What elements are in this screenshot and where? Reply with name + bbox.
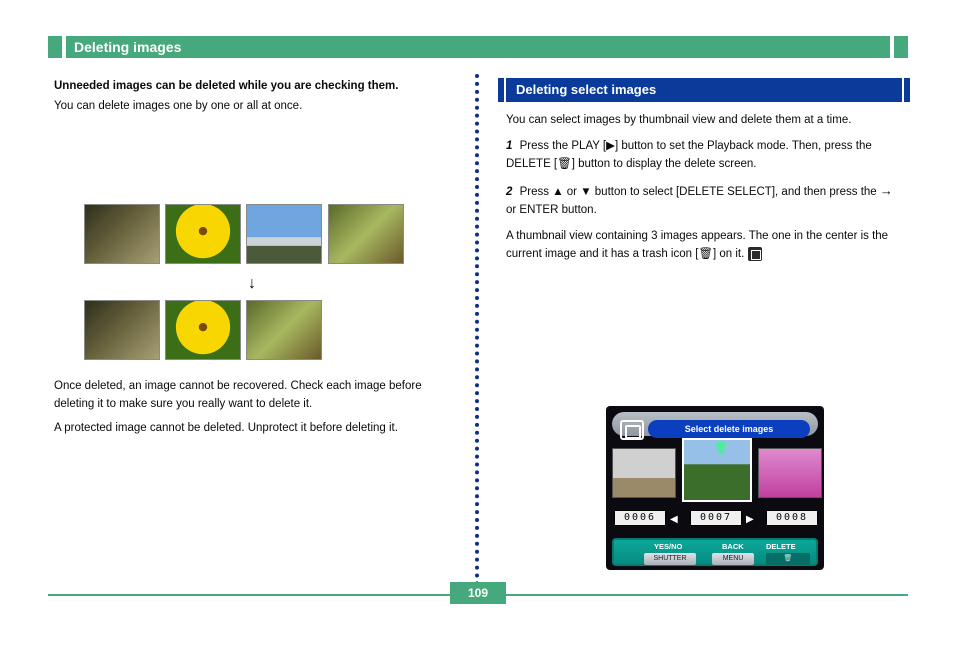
thumb-flower	[165, 300, 241, 360]
left-intro-heading: Unneeded images can be deleted while you…	[54, 78, 454, 96]
step-2a: Press ▲ or ▼ button to select [DELETE SE…	[520, 186, 782, 198]
arrow-right-icon: →	[880, 183, 893, 198]
delete-button[interactable]: 🗑	[766, 553, 810, 565]
right-lead: You can select images by thumbnail view …	[506, 112, 902, 130]
thumb-flower	[165, 204, 241, 264]
frame-counter: 0006	[614, 510, 666, 526]
column-divider	[475, 74, 479, 594]
left-note: A protected image cannot be deleted. Unp…	[54, 420, 454, 438]
camera-lcd: Select delete images 🗑 0006 ◀ 0007 ▶ 000…	[606, 406, 824, 570]
page-title: Deleting images	[66, 36, 890, 58]
label-back: BACK	[722, 541, 744, 553]
trash-marker-icon: 🗑	[714, 440, 728, 457]
frame-counter: 0008	[766, 510, 818, 526]
thumb-cat	[84, 204, 160, 264]
label-yesno: YES/NO	[654, 541, 682, 553]
thumb-dragonfly	[246, 300, 322, 360]
step-2b: and then press the	[781, 186, 879, 198]
nav-right-icon: ▶	[746, 512, 754, 528]
thumb-cat	[84, 300, 160, 360]
step-1: 1 Press the PLAY [▶] button to set the P…	[506, 138, 902, 174]
section-heading: Deleting select images	[506, 78, 902, 102]
step-number: 2	[506, 184, 512, 202]
trash-icon	[748, 247, 762, 261]
left-intro-body: You can delete images one by one or all …	[54, 98, 454, 116]
step-1-text: Press the PLAY [▶] button to set the Pla…	[506, 140, 872, 170]
arrow-down-icon: ↓	[248, 272, 256, 297]
lcd-thumb-right	[758, 448, 822, 498]
thumb-dragonfly	[328, 204, 404, 264]
shutter-button[interactable]: SHUTTER	[644, 553, 696, 565]
thumb-row-after	[84, 300, 324, 360]
menu-button[interactable]: MENU	[712, 553, 754, 565]
thumb-mountain	[246, 204, 322, 264]
playback-mode-icon	[620, 420, 644, 440]
label-delete: DELETE	[766, 541, 796, 553]
step-number: 1	[506, 138, 512, 156]
frame-counter: 0007	[690, 510, 742, 526]
step-2: 2 Press ▲ or ▼ button to select [DELETE …	[506, 181, 902, 220]
page-number: 109	[450, 582, 506, 604]
lcd-header: Select delete images	[648, 420, 810, 438]
thumb-row-before	[84, 204, 406, 264]
step-2-trail: A thumbnail view containing 3 images app…	[506, 228, 902, 264]
lcd-thumb-left	[612, 448, 676, 498]
step-2c: or ENTER button.	[506, 204, 597, 216]
left-warning: Once deleted, an image cannot be recover…	[54, 378, 454, 414]
lcd-action-bar: YES/NO BACK DELETE SHUTTER MENU 🗑	[612, 538, 818, 566]
nav-left-icon: ◀	[670, 512, 678, 528]
